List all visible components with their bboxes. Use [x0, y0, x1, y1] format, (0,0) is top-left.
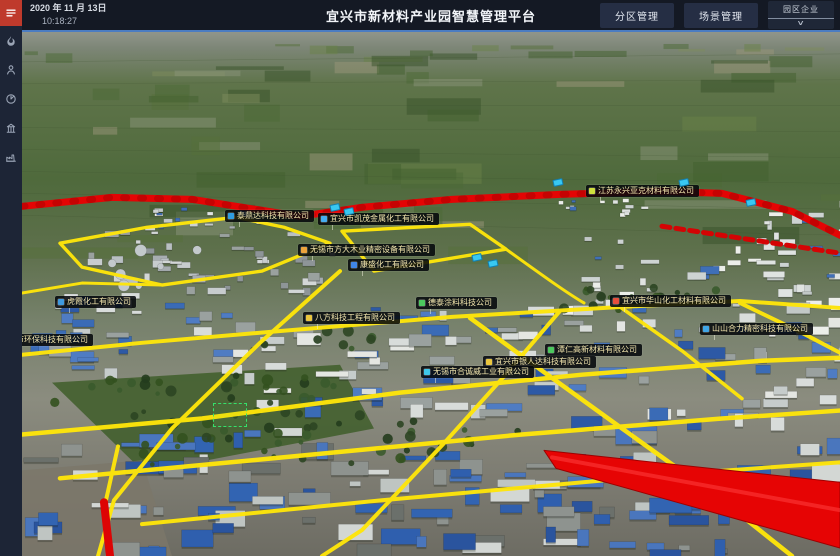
company-label[interactable]: 宜兴市凯茂金属化工有限公司 — [318, 213, 439, 225]
company-marker-icon — [306, 315, 312, 321]
datetime-block: 2020 年 11 月 13日 10:18:27 — [30, 4, 107, 26]
toolbar-item-gauge[interactable] — [0, 84, 22, 113]
app-root: 2020 年 11 月 13日 10:18:27 宜兴市新材料产业园智慧管理平台… — [0, 0, 840, 556]
company-label[interactable]: 宜兴市华山化工材料有限公司 — [610, 295, 731, 307]
chevron-down-icon: ∨ — [797, 19, 805, 28]
company-marker-icon — [486, 359, 492, 365]
company-name: 八方科技工程有限公司 — [315, 313, 395, 323]
company-label[interactable]: 泰鼎达科技有限公司 — [225, 210, 314, 222]
menu-icon — [5, 7, 17, 19]
company-name: 山山合力精密科技有限公司 — [712, 324, 808, 334]
company-marker-icon — [703, 326, 709, 332]
fire-icon — [5, 35, 17, 47]
company-marker-icon — [548, 347, 554, 353]
date-label: 2020 年 11 月 13日 — [30, 4, 107, 13]
company-label[interactable]: 康盛化工有限公司 — [348, 259, 429, 271]
factory-icon — [5, 151, 17, 163]
company-name: 宜兴市环保科技有限公司 — [22, 335, 88, 345]
company-name: 康盛化工有限公司 — [360, 260, 424, 270]
gauge-icon — [5, 93, 17, 105]
company-name: 宜兴市华山化工材料有限公司 — [622, 296, 726, 306]
map-canvas[interactable] — [22, 32, 840, 556]
top-bar: 2020 年 11 月 13日 10:18:27 宜兴市新材料产业园智慧管理平台… — [22, 0, 840, 30]
company-name: 潭仁高新材料有限公司 — [557, 345, 637, 355]
company-label[interactable]: 潭仁高新材料有限公司 — [545, 344, 642, 356]
company-name: 江苏永兴亚克材料有限公司 — [598, 186, 694, 196]
company-name: 泰鼎达科技有限公司 — [237, 211, 309, 221]
company-label[interactable]: 八方科技工程有限公司 — [303, 312, 400, 324]
company-marker-icon — [351, 262, 357, 268]
company-name: 德泰涂料科技公司 — [428, 298, 492, 308]
company-marker-icon — [613, 298, 619, 304]
header-actions: 分区管理场景管理 园区企业 ∨ — [600, 1, 834, 29]
toolbar-item-fire[interactable] — [0, 26, 22, 55]
company-label[interactable]: 宜兴市环保科技有限公司 — [22, 334, 93, 346]
park-enterprise-dropdown[interactable]: 园区企业 ∨ — [768, 1, 834, 29]
company-marker-icon — [58, 299, 64, 305]
company-label[interactable]: 无锡市合诚威工业有限公司 — [421, 366, 534, 378]
scene-management-button[interactable]: 场景管理 — [684, 3, 758, 28]
company-label[interactable]: 无锡市方大木业精密设备有限公司 — [298, 244, 435, 256]
company-marker-icon — [301, 247, 307, 253]
company-label[interactable]: 江苏永兴亚克材料有限公司 — [586, 185, 699, 197]
company-marker-icon — [589, 188, 595, 194]
menu-button[interactable] — [0, 0, 22, 26]
zone-management-button[interactable]: 分区管理 — [600, 3, 674, 28]
company-marker-icon — [424, 369, 430, 375]
dropdown-label: 园区企业 — [783, 3, 819, 18]
map-3d-view[interactable]: 泰鼎达科技有限公司宜兴市凯茂金属化工有限公司无锡市方大木业精密设备有限公司康盛化… — [22, 30, 840, 556]
toolbar-item-person[interactable] — [0, 55, 22, 84]
company-name: 无锡市方大木业精密设备有限公司 — [310, 245, 430, 255]
company-label[interactable]: 虎霞化工有限公司 — [55, 296, 136, 308]
company-marker-icon — [419, 300, 425, 306]
company-marker-icon — [321, 216, 327, 222]
company-label[interactable]: 德泰涂料科技公司 — [416, 297, 497, 309]
company-marker-icon — [228, 213, 234, 219]
company-label[interactable]: 山山合力精密科技有限公司 — [700, 323, 813, 335]
toolbar-item-factory[interactable] — [0, 142, 22, 171]
left-toolbar — [0, 0, 22, 556]
selection-box — [213, 403, 247, 427]
company-name: 无锡市合诚威工业有限公司 — [433, 367, 529, 377]
time-label: 10:18:27 — [42, 17, 107, 26]
company-name: 虎霞化工有限公司 — [67, 297, 131, 307]
bank-icon — [5, 122, 17, 134]
toolbar-item-bank[interactable] — [0, 113, 22, 142]
person-icon — [5, 64, 17, 76]
